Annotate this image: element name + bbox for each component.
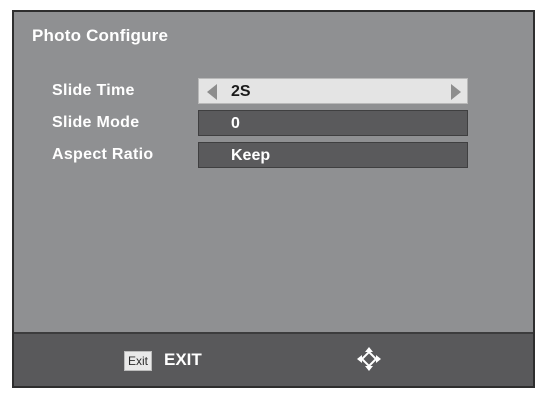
arrow-right-icon[interactable] <box>451 84 461 100</box>
exit-key-icon[interactable]: Exit <box>124 351 153 371</box>
navigation-arrows-icon <box>357 347 381 371</box>
exit-label: EXIT <box>164 350 202 369</box>
photo-configure-panel: Photo Configure Slide Time 2S Slide Mode… <box>12 10 535 388</box>
aspect-ratio-field[interactable]: Keep <box>198 142 468 168</box>
footer-bar: Exit EXIT <box>14 332 533 386</box>
slide-time-value: 2S <box>231 83 251 100</box>
slide-time-label: Slide Time <box>52 82 135 99</box>
aspect-ratio-value: Keep <box>231 147 271 164</box>
slide-mode-value: 0 <box>231 115 240 132</box>
slide-mode-label: Slide Mode <box>52 114 140 131</box>
panel-title: Photo Configure <box>32 26 169 45</box>
slide-mode-field[interactable]: 0 <box>198 110 468 136</box>
aspect-ratio-label: Aspect Ratio <box>52 146 154 163</box>
arrow-left-icon[interactable] <box>207 84 217 100</box>
slide-time-selector[interactable]: 2S <box>198 78 468 104</box>
